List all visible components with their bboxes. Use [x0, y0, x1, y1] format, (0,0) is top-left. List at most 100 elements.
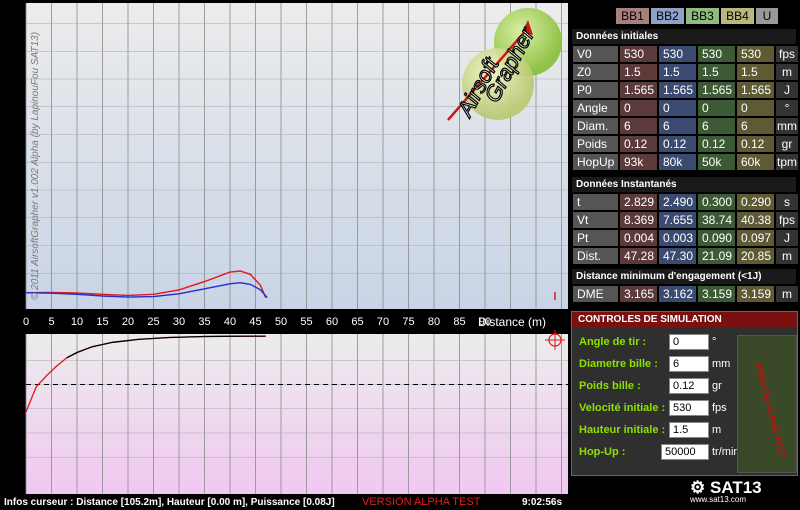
y-tick-label: 15 [10, 213, 22, 225]
copyright-text: © 2011 AirsoftGrapher v1.002 Alpha (by L… [30, 31, 41, 300]
row-label: DME [573, 286, 618, 302]
control-label: Poids bille : [579, 380, 641, 392]
row-unit: mm [776, 118, 798, 134]
row-label: t [573, 194, 618, 210]
row-unit: m [776, 64, 798, 80]
bb3-header: BB3 [686, 8, 719, 24]
row-label: Pt [573, 230, 618, 246]
bb4-value: 0 [737, 100, 774, 116]
x-tick-label: 30 [173, 316, 185, 328]
bb1-header: BB1 [616, 8, 649, 24]
y-tick-label: 30 [10, 130, 22, 142]
bb4-value: 0.097 [737, 230, 774, 246]
control-label: Hop-Up : [579, 446, 626, 458]
bb1-value: 8.369 [620, 212, 657, 228]
bb1-value: 93k [620, 154, 657, 170]
control-unit: gr [712, 380, 722, 392]
bb1-value: 1.565 [620, 82, 657, 98]
row-unit: ° [776, 100, 798, 116]
row-label: V0 [573, 46, 618, 62]
row-label: HopUp [573, 154, 618, 170]
bb4-value: 0.290 [737, 194, 774, 210]
x-tick-label: 65 [351, 316, 363, 328]
control-input[interactable] [669, 334, 709, 350]
control-unit: fps [712, 402, 727, 414]
unit-header: U [756, 8, 778, 24]
data-row: Pt 0.004 0.003 0.090 0.097 J [573, 230, 798, 246]
bb2-value: 47.30 [659, 248, 696, 264]
x-tick-label: 55 [300, 316, 312, 328]
bb2-value: 1.5 [659, 64, 696, 80]
row-label: Dist. [573, 248, 618, 264]
data-row: Z0 1.5 1.5 1.5 1.5 m [573, 64, 798, 80]
alpha-status: VERSION ALPHA TEST [362, 496, 481, 508]
bb4-value: 0.12 [737, 136, 774, 152]
x-tick-label: 40 [224, 316, 236, 328]
control-input[interactable] [669, 356, 709, 372]
alpha-banner-text: VERSION ALPHA TEST [752, 361, 789, 460]
bb3-value: 0 [698, 100, 735, 116]
row-label: Vt [573, 212, 618, 228]
control-label: Angle de tir : [579, 336, 647, 348]
sat13-url[interactable]: www.sat13.com [690, 495, 746, 504]
x-axis-label: Distance (m) [478, 315, 546, 329]
row-unit: m [776, 286, 798, 302]
bb1-value: 47.28 [620, 248, 657, 264]
section-initial-data: Données initiales [572, 29, 796, 44]
bb1-value: 6 [620, 118, 657, 134]
bb-header-row: BB1 BB2 BB3 BB4 U [571, 6, 780, 26]
y-tick-label: 35 [10, 102, 22, 114]
row-unit: s [776, 194, 798, 210]
control-input[interactable] [669, 378, 709, 394]
bb4-value: 20.85 [737, 248, 774, 264]
bb2-value: 6 [659, 118, 696, 134]
bb3-value: 38.74 [698, 212, 735, 228]
p-axis-label: P(J) [3, 472, 17, 494]
bb2-value: 3.162 [659, 286, 696, 302]
control-input[interactable] [661, 444, 709, 460]
x-tick-label: 35 [198, 316, 210, 328]
p-tick-label: 2.5 [8, 453, 22, 464]
data-row: Diam. 6 6 6 6 mm [573, 118, 798, 134]
control-label: Hauteur initiale : [579, 424, 666, 436]
control-label: Velocité initiale : [579, 402, 666, 414]
bb1-value: 2.829 [620, 194, 657, 210]
bb3-value: 21.09 [698, 248, 735, 264]
bb2-value: 2.490 [659, 194, 696, 210]
bb2-value: 0.12 [659, 136, 696, 152]
data-row: Poids 0.12 0.12 0.12 0.12 gr [573, 136, 798, 152]
row-unit: fps [776, 212, 798, 228]
dme-table: DME 3.165 3.162 3.159 3.159 m [571, 284, 800, 304]
x-tick-label: 50 [275, 316, 287, 328]
bb3-value: 6 [698, 118, 735, 134]
row-label: Angle [573, 100, 618, 116]
row-label: P0 [573, 82, 618, 98]
trajectory-graph[interactable]: Airsoft Grapher 510152025303540450 5 10 15 2… [0, 0, 569, 495]
data-row: Angle 0 0 0 0 ° [573, 100, 798, 116]
x-tick-label: 10 [71, 316, 83, 328]
bb4-value: 530 [737, 46, 774, 62]
x-tick-label: 25 [147, 316, 159, 328]
simulation-controls: CONTROLES DE SIMULATION Angle de tir : ° D… [571, 311, 798, 476]
x-tick-label: 15 [96, 316, 108, 328]
upper-plot-area [26, 3, 568, 309]
controls-title: CONTROLES DE SIMULATION [572, 312, 797, 328]
bb2-value: 530 [659, 46, 696, 62]
bb4-value: 1.565 [737, 82, 774, 98]
bb3-value: 50k [698, 154, 735, 170]
section-dme: Distance minimum d'engagement (<1J) [572, 269, 796, 284]
x-tick-label: 80 [428, 316, 440, 328]
bb4-header: BB4 [721, 8, 754, 24]
bb2-value: 80k [659, 154, 696, 170]
control-input[interactable] [669, 422, 709, 438]
x-tick-label: 85 [453, 316, 465, 328]
y-axis-label: Hauteur (m) [3, 13, 17, 78]
x-tick-label: 60 [326, 316, 338, 328]
row-unit: fps [776, 46, 798, 62]
bb1-value: 0.004 [620, 230, 657, 246]
instant-data-table: t 2.829 2.490 0.300 0.290 s Vt 8.369 7.655 38.74 4… [571, 192, 800, 266]
data-row: t 2.829 2.490 0.300 0.290 s [573, 194, 798, 210]
row-label: Z0 [573, 64, 618, 80]
row-unit: tpm [776, 154, 798, 170]
control-input[interactable] [669, 400, 709, 416]
